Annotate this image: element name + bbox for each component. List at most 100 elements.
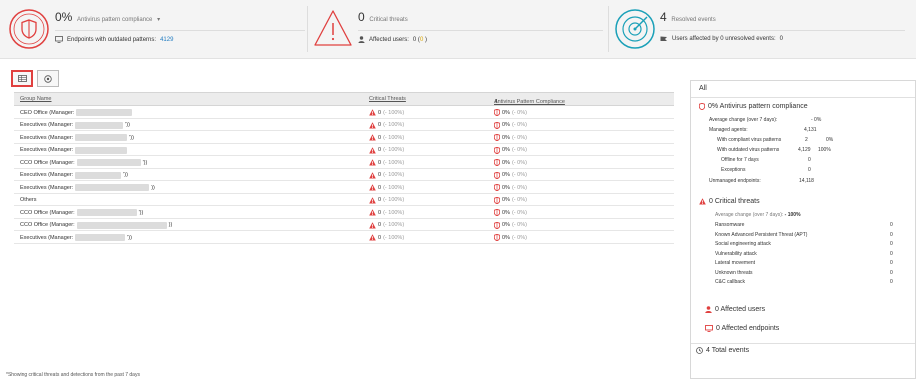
managed-value-link[interactable]: 4,131 (804, 127, 817, 133)
shield-icon (494, 134, 500, 141)
group-name-cell[interactable]: CCO Office (Manager: ')) (20, 209, 143, 216)
compliance-cell[interactable]: 0% (- 0%) (494, 109, 527, 116)
threats-count: 0 (378, 147, 382, 153)
threats-count: 0 (378, 159, 382, 166)
threats-cell[interactable]: 0 (- 100%) (369, 209, 404, 216)
group-name-cell[interactable]: CCO Office (Manager:)) (20, 221, 172, 229)
group-name-tail: ')) (129, 134, 134, 141)
map-view-button[interactable] (37, 70, 59, 87)
unresolved-label: Users affected by 0 unresolved events: (672, 36, 776, 42)
compliant-value-link[interactable]: 2 (805, 137, 808, 143)
compliance-change: (- 0%) (511, 197, 527, 203)
affected-endpoints-link[interactable]: 0 Affected endpoints (705, 325, 779, 332)
table-row[interactable]: Executives (Manager: ')) 0 (- 100%) 0% (-… (14, 119, 674, 131)
group-name: CEO Office (Manager: (20, 109, 75, 116)
shield-icon (494, 234, 500, 241)
compliance-change: (- 0%) (511, 109, 527, 116)
panel-compliance-heading[interactable]: 0% Antivirus pattern compliance (699, 103, 808, 110)
table-header: Group Name Critical Threats Antivirus Pa… (14, 92, 674, 106)
affected-users-link[interactable]: 0 Affected users (705, 306, 765, 313)
monitor-icon (55, 36, 63, 43)
threats-cell[interactable]: 0 (- 100%) (369, 171, 404, 179)
table-row[interactable]: Executives (Manager:)) 0 (- 100%) 0% (- … (14, 181, 674, 194)
redacted-name (76, 109, 133, 116)
threats-cell[interactable]: 0 (- 100%) (369, 196, 405, 204)
compliance-cell[interactable]: 0% (- 0%) (494, 146, 527, 154)
footnote: *Showing critical threats and detections… (6, 372, 140, 378)
threat-type-count: 0 (890, 241, 893, 247)
shield-icon (9, 9, 49, 49)
threats-cell[interactable]: 0 (- 100%) (369, 146, 404, 154)
compliance-value: 0% (502, 184, 510, 191)
group-name-cell[interactable]: CCO Office (Manager: ')) (20, 159, 147, 166)
chevron-down-icon[interactable]: ▾ (157, 17, 160, 23)
shield-icon (494, 196, 500, 204)
shield-icon (494, 184, 500, 191)
table-row[interactable]: CCO Office (Manager:)) 0 (- 100%) 0% (- … (14, 219, 674, 231)
compliance-cell[interactable]: 0% (- 0%) (494, 196, 527, 204)
monitor-icon (705, 325, 713, 332)
group-name-cell[interactable]: Executives (Manager: ')) (20, 134, 134, 141)
compliance-cell[interactable]: 0% (- 0%) (494, 184, 527, 191)
compliant-label: With compliant virus patterns (717, 137, 782, 143)
user-icon (705, 306, 712, 313)
group-name-cell[interactable]: Others (20, 197, 39, 203)
table-row[interactable]: Executives (Manager: 0 (- 100%) 0% (- 0%… (14, 144, 674, 156)
compliance-change: (- 0%) (511, 159, 527, 166)
compliance-cell[interactable]: 0% (- 0%) (494, 221, 527, 229)
table-row[interactable]: CCO Office (Manager: ')) 0 (- 100%) 0% (-… (14, 206, 674, 219)
group-name-cell[interactable]: Executives (Manager: ')) (20, 171, 128, 179)
threats-cell[interactable]: 0 (- 100%) (369, 121, 404, 129)
group-name-cell[interactable]: Executives (Manager:)) (20, 184, 155, 191)
panel-threats-title: 0 Critical threats (709, 198, 760, 205)
threats-cell[interactable]: 0 (- 100%) (369, 234, 404, 241)
table-row[interactable]: Executives (Manager: ')) 0 (- 100%) 0% (-… (14, 169, 674, 181)
table-row[interactable]: CEO Office (Manager: 0 (- 100%) 0% (- 0%… (14, 106, 674, 119)
compliance-change: (- 0%) (511, 134, 527, 141)
header-group-name[interactable]: Group Name (20, 96, 52, 102)
outdated-value-link[interactable]: 4,129 (798, 147, 811, 153)
group-name-cell[interactable]: CEO Office (Manager: (20, 109, 134, 116)
compliance-cell[interactable]: 0% (- 0%) (494, 134, 527, 141)
outdated-count-link[interactable]: 4129 (160, 37, 173, 43)
table-row[interactable]: CCO Office (Manager: ')) 0 (- 100%) 0% (-… (14, 156, 674, 169)
compliance-cell[interactable]: 0% (- 0%) (494, 159, 527, 166)
group-name-tail: ')) (125, 122, 130, 128)
threats-cell[interactable]: 0 (- 100%) (369, 184, 404, 191)
table-view-button[interactable] (11, 70, 33, 87)
compliance-value: 0% (502, 109, 510, 116)
radar-icon (615, 9, 655, 49)
group-name-cell[interactable]: Executives (Manager: ')) (20, 234, 132, 241)
total-events-heading[interactable]: 4 Total events (696, 347, 749, 354)
summary-bar: 0% Antivirus pattern compliance ▾ Endpoi… (0, 0, 916, 59)
table-row[interactable]: Others 0 (- 100%) 0% (- 0%) (14, 194, 674, 206)
threats-count: 0 (378, 172, 382, 178)
table-row[interactable]: Executives (Manager: ')) 0 (- 100%) 0% (-… (14, 231, 674, 244)
compliance-label[interactable]: Antivirus pattern compliance (77, 17, 152, 23)
panel-threats-heading[interactable]: 0 Critical threats (699, 198, 760, 205)
affected-users-close: ) (423, 36, 427, 43)
managed-label: Managed agents: (709, 127, 748, 133)
threats-cell[interactable]: 0 (- 100%) (369, 109, 404, 116)
affected-users-value: 0 (0 ) (413, 37, 427, 43)
compliance-cell[interactable]: 0% (- 0%) (494, 209, 527, 216)
compliance-cell[interactable]: 0% (- 0%) (494, 234, 527, 241)
affected-endpoints-text: 0 Affected endpoints (716, 325, 780, 332)
threat-type-label: Vulnerability attack (715, 250, 757, 257)
threats-change: (- 100%) (383, 197, 405, 203)
table-row[interactable]: Executives (Manager: ')) 0 (- 100%) 0% (-… (14, 131, 674, 144)
threat-type-label: Unknown threats (715, 269, 753, 276)
group-name-cell[interactable]: Executives (Manager: ')) (20, 121, 130, 129)
threat-type-label: Known Advanced Persistent Threat (APT) (715, 231, 808, 238)
compliance-value: 0% (502, 234, 510, 241)
threat-type-label: Ransomware (715, 222, 745, 228)
threats-cell[interactable]: 0 (- 100%) (369, 134, 404, 141)
compliance-cell[interactable]: 0% (- 0%) (494, 121, 527, 129)
group-name-cell[interactable]: Executives (Manager: (20, 146, 129, 154)
threats-cell[interactable]: 0 (- 100%) (369, 159, 404, 166)
threats-cell[interactable]: 0 (- 100%) (369, 221, 404, 229)
header-critical-threats[interactable]: Critical Threats (369, 96, 406, 102)
divider (358, 30, 603, 31)
compliance-cell[interactable]: 0% (- 0%) (494, 171, 527, 179)
unmanaged-value-link[interactable]: 14,118 (799, 178, 814, 184)
